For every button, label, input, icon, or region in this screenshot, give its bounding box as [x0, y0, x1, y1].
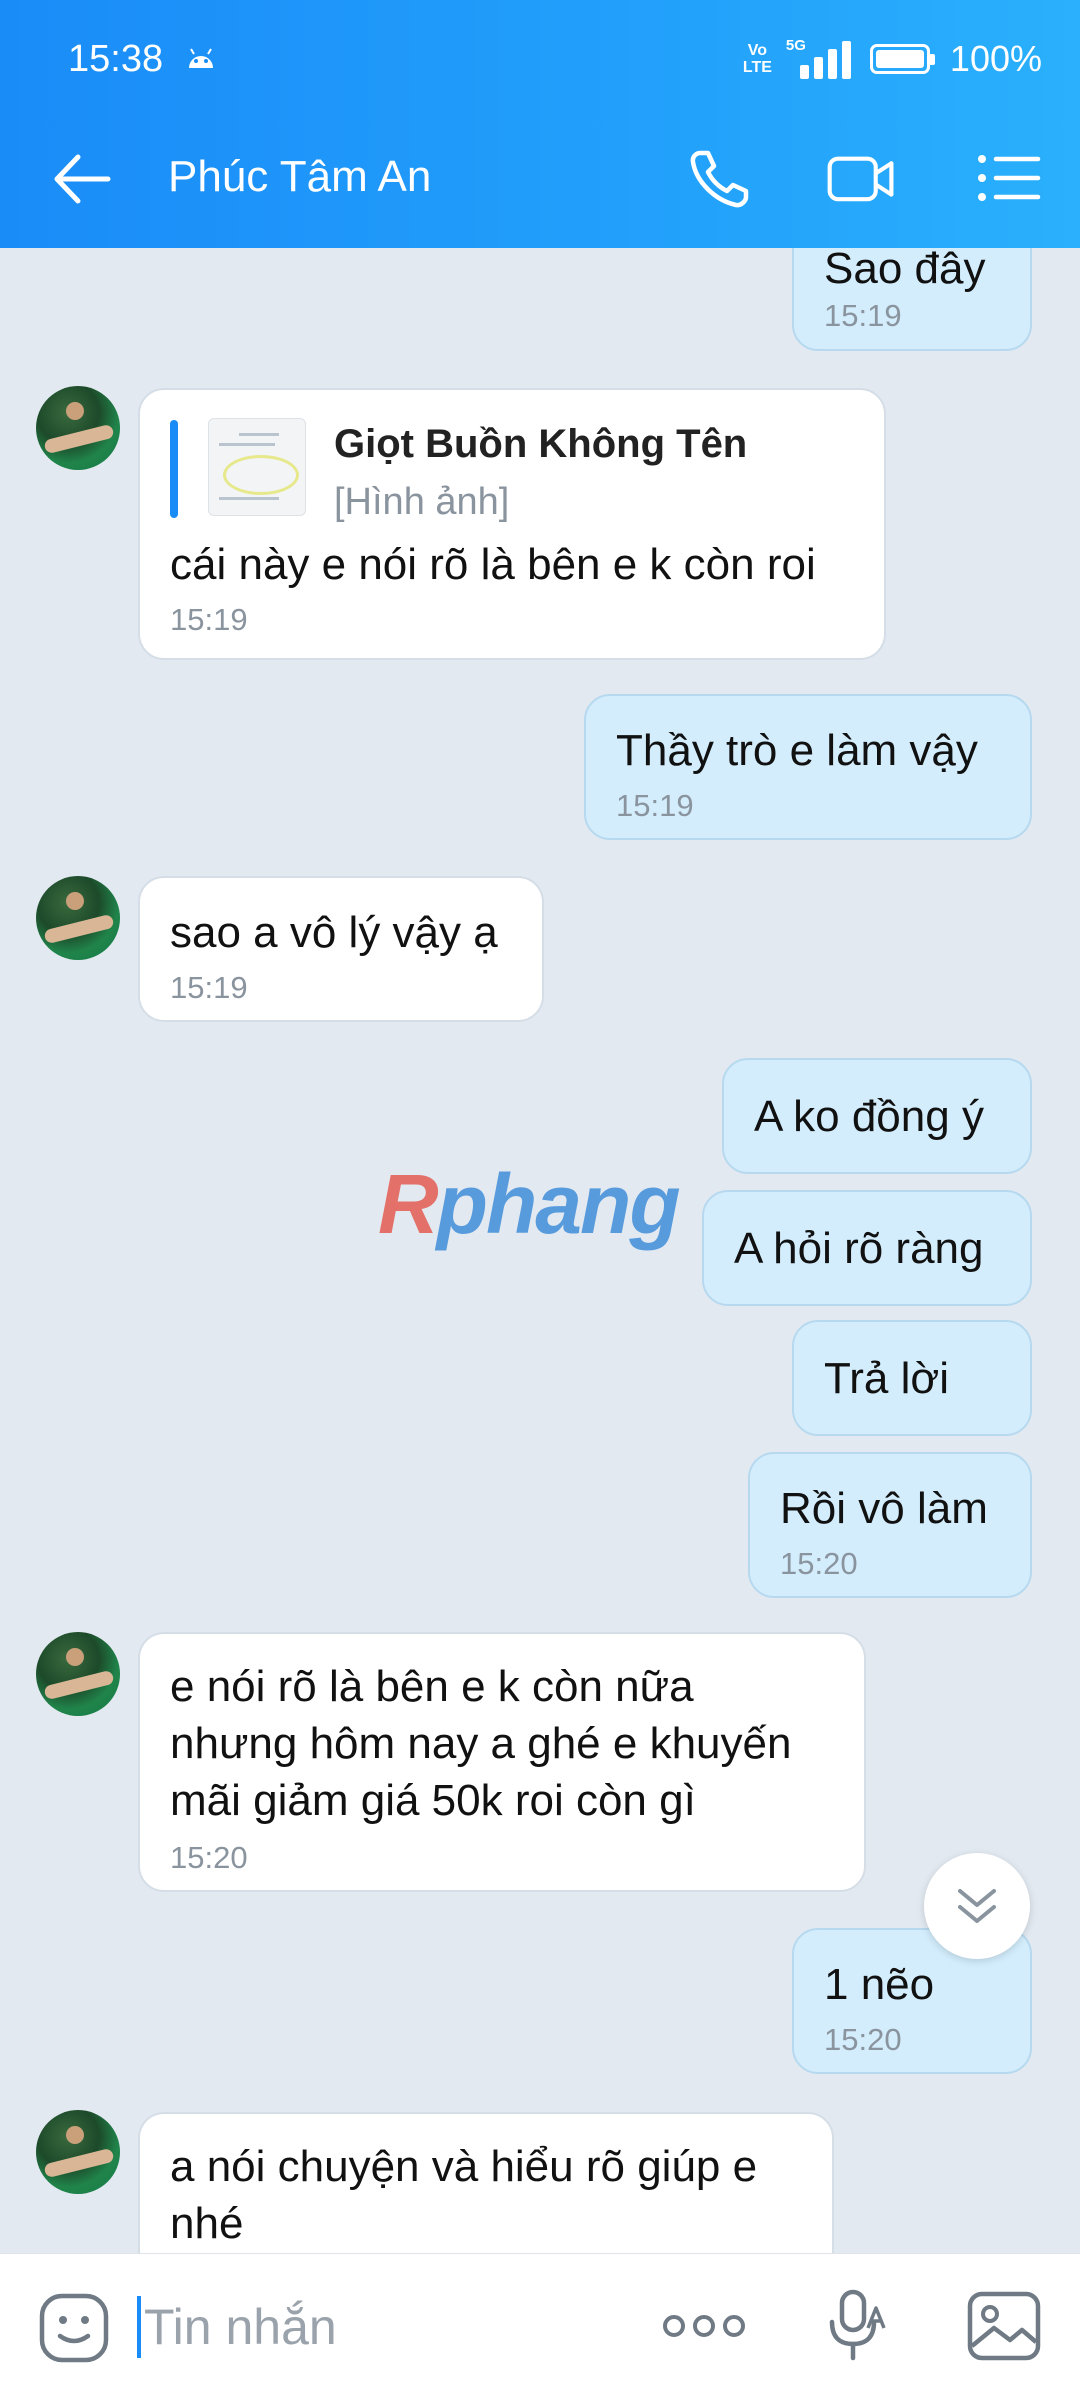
input-bar: Tin nhắn: [0, 2253, 1080, 2401]
status-indicators: Vo LTE 5G 100%: [742, 37, 1042, 80]
voice-icon[interactable]: [822, 2288, 892, 2364]
avatar[interactable]: [36, 2110, 120, 2194]
status-time: 15:38: [68, 38, 164, 80]
message-text: Trả lời: [824, 1354, 949, 1403]
message-text: A ko đồng ý: [754, 1092, 984, 1141]
signal-icon: 5G: [786, 37, 856, 79]
top-bar: 15:38 Vo LTE 5G 100% Phúc Tâm An: [0, 0, 1080, 248]
avatar[interactable]: [36, 386, 120, 470]
message-text: a nói chuyện và hiểu rõ giúp e nhé: [170, 2142, 758, 2248]
message-bubble-outgoing[interactable]: Sao đây 15:19: [792, 248, 1032, 351]
message-bubble-incoming[interactable]: a nói chuyện và hiểu rõ giúp e nhé: [138, 2112, 834, 2253]
double-chevron-down-icon: [958, 1889, 996, 1923]
message-bubble-outgoing[interactable]: Rồi vô làm 15:20: [748, 1452, 1032, 1598]
message-time: 15:19: [824, 298, 902, 333]
message-text: Sao đây: [824, 248, 986, 293]
avatar[interactable]: [36, 876, 120, 960]
back-arrow-icon[interactable]: [48, 145, 116, 213]
more-options-icon[interactable]: [660, 2306, 748, 2346]
message-time: 15:19: [170, 970, 248, 1005]
watermark-logo: Rphang: [378, 1157, 681, 1251]
message-time: 15:20: [780, 1546, 858, 1581]
quote-author: Giọt Buồn Không Tên: [334, 422, 748, 466]
avatar[interactable]: [36, 1632, 120, 1716]
message-bubble-outgoing[interactable]: A hỏi rõ ràng: [702, 1190, 1032, 1306]
message-bubble-incoming[interactable]: e nói rõ là bên e k còn nữa nhưng hôm na…: [138, 1632, 866, 1892]
message-bubble-outgoing[interactable]: Trả lời: [792, 1320, 1032, 1436]
message-input[interactable]: Tin nhắn: [138, 2294, 624, 2360]
battery-icon: [869, 44, 935, 74]
message-text: Thầy trò e làm vậy: [616, 726, 978, 775]
message-text: cái này e nói rõ là bên e k còn roi: [170, 540, 816, 589]
message-bubble-outgoing[interactable]: A ko đồng ý: [722, 1058, 1032, 1174]
message-time: 15:19: [170, 602, 248, 637]
menu-list-icon[interactable]: [974, 145, 1044, 211]
message-bubble-incoming[interactable]: sao a vô lý vậy ạ 15:19: [138, 876, 544, 1022]
quote-content: [Hình ảnh]: [334, 481, 510, 523]
message-list[interactable]: Sao đây 15:19 Giọt Buồn Không Tên [Hình …: [0, 248, 1080, 2253]
phone-icon[interactable]: [686, 145, 756, 211]
message-time: 15:20: [170, 1840, 248, 1875]
conversation-title[interactable]: Phúc Tâm An: [168, 152, 431, 202]
message-text: e nói rõ là bên e k còn nữa nhưng hôm na…: [170, 1662, 792, 1825]
message-time: 15:20: [824, 2022, 902, 2057]
scroll-to-bottom-button[interactable]: [924, 1853, 1030, 1959]
message-time: 15:19: [616, 788, 694, 823]
message-text: A hỏi rõ ràng: [734, 1224, 984, 1273]
video-camera-icon[interactable]: [826, 145, 896, 211]
quoted-image-thumbnail[interactable]: [208, 418, 306, 516]
quote-bar: [170, 420, 178, 518]
message-text: 1 nẽo: [824, 1960, 935, 2009]
image-icon[interactable]: [966, 2290, 1042, 2362]
message-bubble-incoming[interactable]: Giọt Buồn Không Tên [Hình ảnh] cái này e…: [138, 388, 886, 660]
message-text: sao a vô lý vậy ạ: [170, 908, 498, 957]
sticker-icon[interactable]: [38, 2292, 110, 2364]
battery-percent: 100%: [949, 38, 1042, 79]
volte-indicator: Vo LTE: [742, 42, 772, 76]
message-bubble-outgoing[interactable]: Thầy trò e làm vậy 15:19: [584, 694, 1032, 840]
android-icon: [189, 48, 213, 68]
message-text: Rồi vô làm: [780, 1484, 988, 1533]
